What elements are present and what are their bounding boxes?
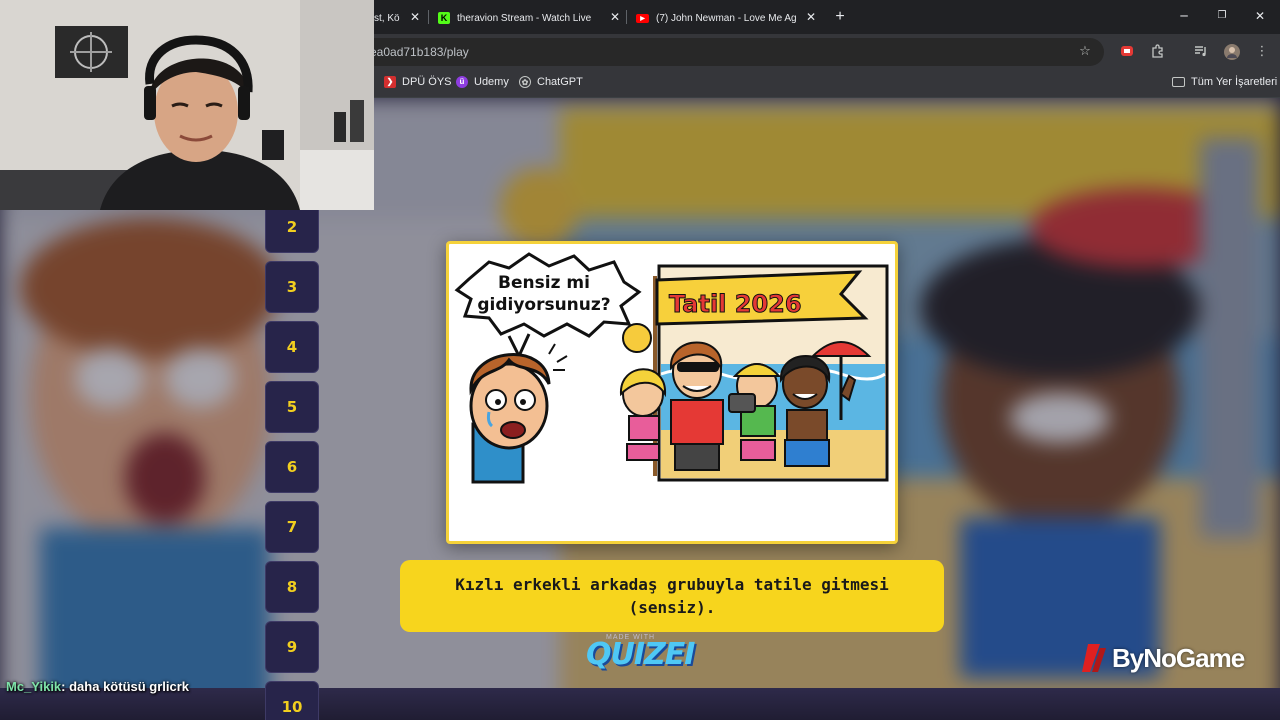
udemy-icon: ü	[456, 76, 468, 88]
question-number-10[interactable]: 10	[265, 681, 319, 720]
chat-username: Mc_Yikik	[6, 679, 62, 694]
answer-caption: Kızlı erkekli arkadaş grubuyla tatile gi…	[400, 560, 944, 632]
bookmark-dpu-oys[interactable]: ❯ DPÜ ÖYS	[384, 76, 452, 88]
youtube-icon: ▶	[636, 13, 649, 23]
question-number-5[interactable]: 5	[265, 381, 319, 433]
close-icon[interactable]: ✕	[804, 10, 818, 24]
chatgpt-icon: ✿	[519, 76, 531, 88]
close-icon[interactable]: ✕	[408, 10, 422, 24]
tab-2[interactable]: K theravion Stream - Watch Live ✕	[438, 6, 622, 30]
tab-3-title: (7) John Newman - Love Me Ag	[656, 12, 796, 24]
media-queue-icon[interactable]	[1193, 44, 1209, 60]
address-url: ea0ad71b183/play	[370, 45, 469, 59]
folder-icon	[1172, 77, 1185, 87]
bookmark-udemy[interactable]: ü Udemy	[456, 76, 509, 88]
comic-banner-text: Tatil 2026	[669, 290, 802, 318]
question-number-3[interactable]: 3	[265, 261, 319, 313]
tab-separator	[428, 10, 429, 24]
close-icon[interactable]: ✕	[608, 10, 622, 24]
webcam-video	[0, 0, 374, 210]
question-number-8[interactable]: 8	[265, 561, 319, 613]
tab-1[interactable]: st, Kö ✕	[374, 6, 422, 30]
bynogame-logo: ByNoGame	[1080, 638, 1250, 678]
tab-2-title: theravion Stream - Watch Live	[457, 12, 592, 24]
dpu-logo-icon: ❯	[384, 76, 396, 88]
star-icon[interactable]: ☆	[1077, 44, 1093, 60]
extension-red-icon[interactable]	[1119, 44, 1135, 60]
comic-speech-line1: Bensiz mi	[498, 273, 590, 293]
all-bookmarks[interactable]: Tüm Yer İşaretleri	[1172, 76, 1277, 88]
chat-text: : daha kötüsü grlicrk	[61, 679, 190, 694]
question-number-6[interactable]: 6	[265, 441, 319, 493]
menu-kebab-icon[interactable]: ⋮	[1254, 44, 1270, 60]
answer-caption-text: Kızlı erkekli arkadaş grubuyla tatile gi…	[455, 575, 889, 617]
kick-icon: K	[438, 12, 450, 24]
address-bar[interactable]: ea0ad71b183/play	[360, 38, 1104, 66]
window-close-icon[interactable]: ✕	[1252, 8, 1268, 24]
question-number-4[interactable]: 4	[265, 321, 319, 373]
question-card: Bensiz mi gidiyorsunuz? Tatil 2026	[446, 241, 898, 544]
tab-1-title: st, Kö	[374, 12, 400, 24]
bookmark-chatgpt[interactable]: ✿ ChatGPT	[519, 76, 583, 88]
bookmark-label: ChatGPT	[537, 76, 583, 88]
all-bookmarks-label: Tüm Yer İşaretleri	[1191, 76, 1278, 88]
tab-3[interactable]: ▶ (7) John Newman - Love Me Ag ✕	[636, 6, 818, 30]
quizei-logo-text: QUIZEI	[586, 637, 695, 672]
webcam-overlay	[0, 0, 374, 210]
chat-message: Mc_Yikik: daha kötüsü grlicrk	[6, 679, 189, 694]
screen: st, Kö ✕ K theravion Stream - Watch Live…	[0, 0, 1280, 720]
restore-icon[interactable]: ❐	[1214, 8, 1230, 24]
page-bottom-strip	[0, 688, 1280, 720]
bynogame-mark-icon	[1082, 644, 1106, 672]
tab-separator	[626, 10, 627, 24]
profile-avatar-icon[interactable]	[1224, 44, 1240, 60]
question-number-9[interactable]: 9	[265, 621, 319, 673]
bynogame-logo-text: ByNoGame	[1112, 642, 1245, 673]
question-number-7[interactable]: 7	[265, 501, 319, 553]
comic-speech-line2: gidiyorsunuz?	[477, 295, 610, 315]
bookmark-label: Udemy	[474, 76, 509, 88]
extensions-puzzle-icon[interactable]	[1149, 44, 1165, 60]
bookmark-label: DPÜ ÖYS	[402, 76, 452, 88]
new-tab-icon[interactable]: +	[832, 8, 848, 26]
quizei-logo: MADE WITH QUIZEI	[586, 634, 696, 674]
comic-illustration: Bensiz mi gidiyorsunuz? Tatil 2026	[454, 252, 889, 484]
minimize-icon[interactable]: ─	[1176, 8, 1192, 24]
